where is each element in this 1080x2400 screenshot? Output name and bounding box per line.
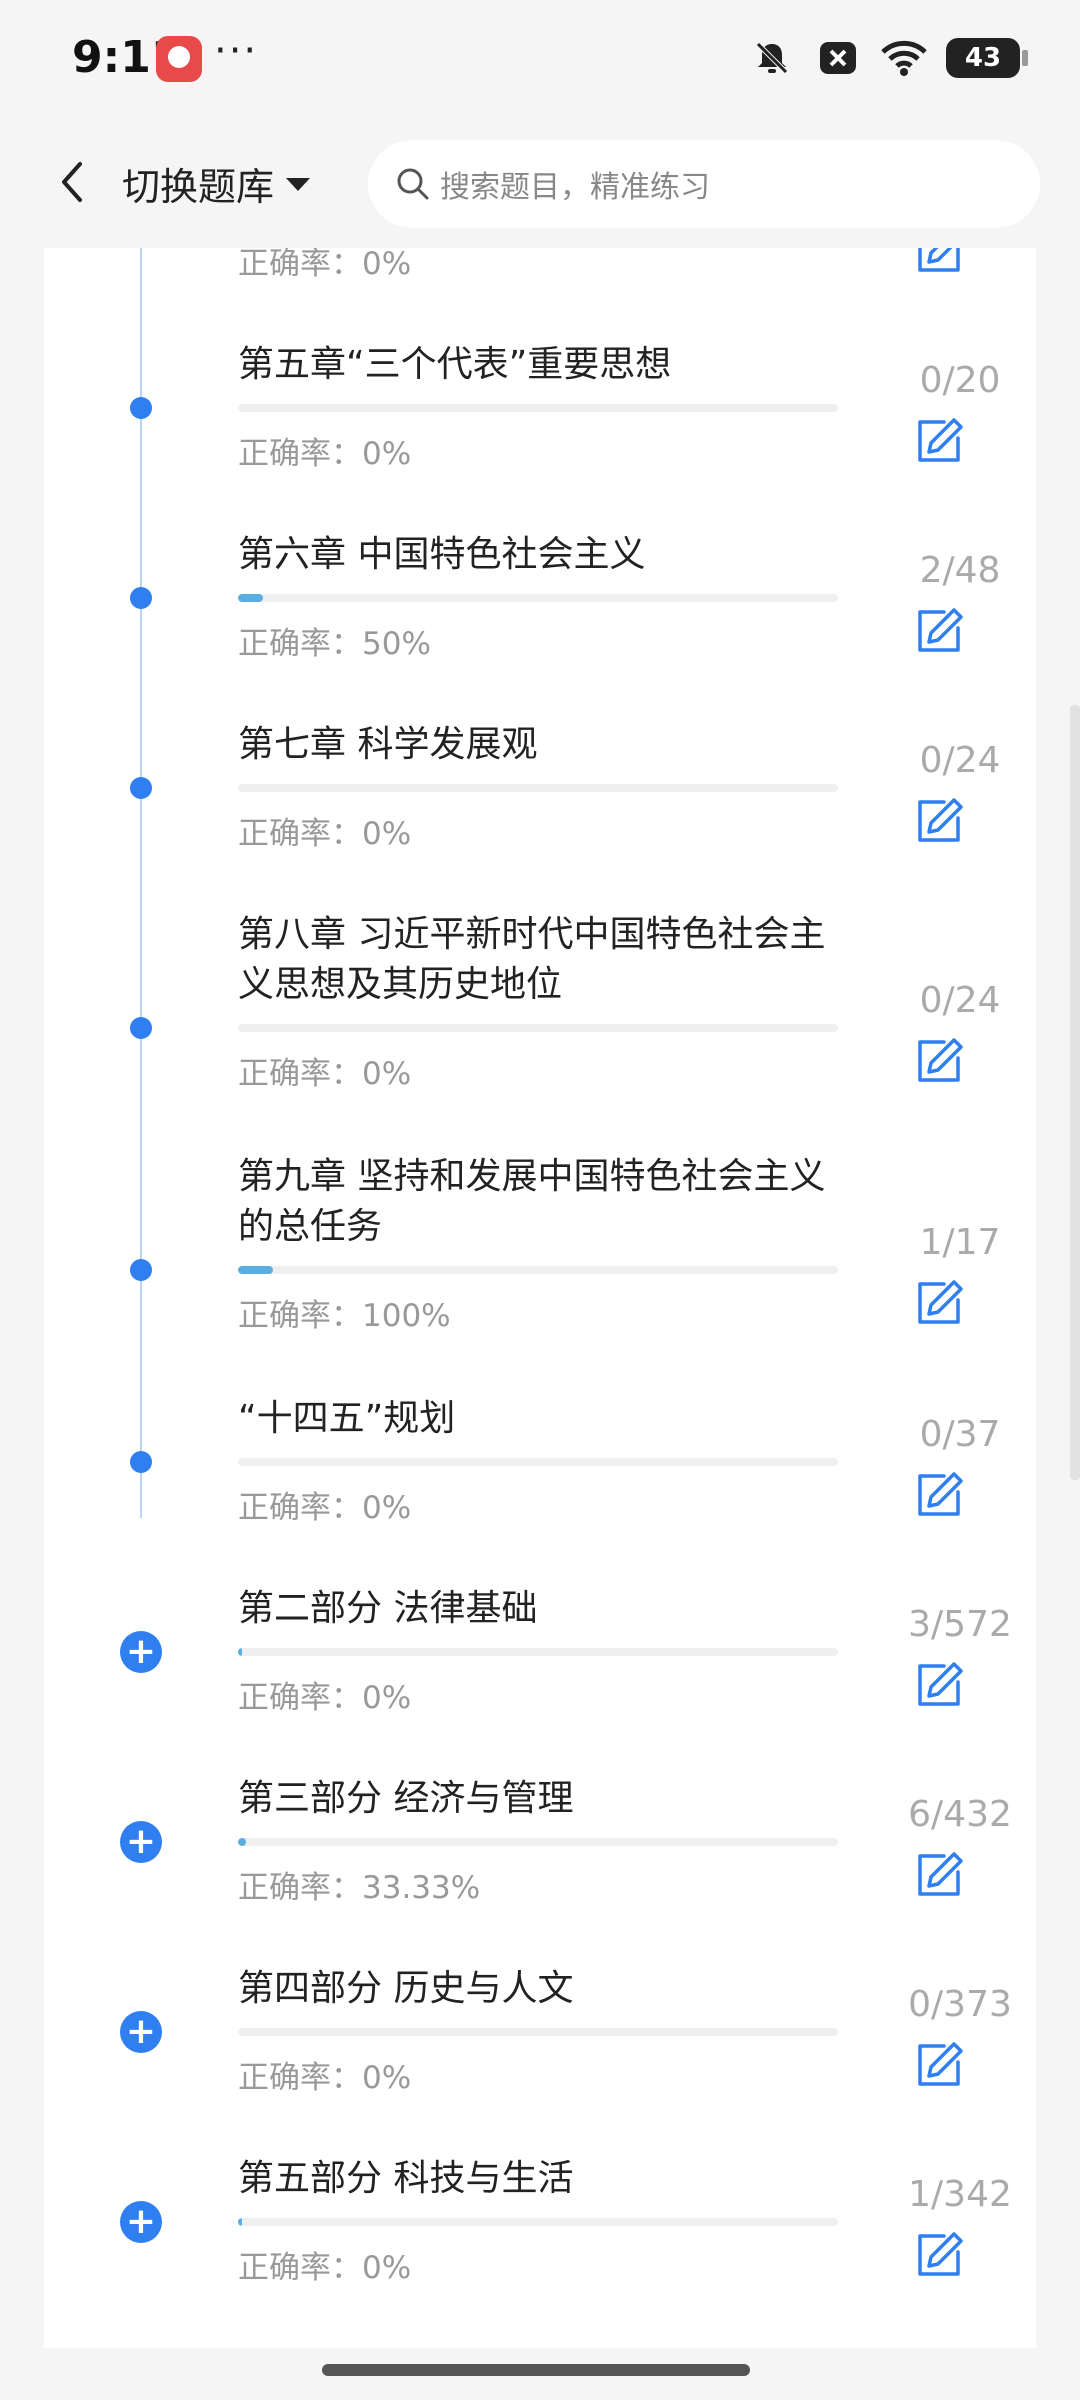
chapter-row[interactable]: 第七章 科学发展观正确率：0% 0/24 xyxy=(44,710,1036,856)
chapter-progress-bar xyxy=(238,1266,838,1274)
chapter-accuracy: 正确率：0% xyxy=(238,2060,412,2096)
close-badge-icon xyxy=(814,34,862,82)
chapter-accuracy: 正确率：0% xyxy=(238,248,412,282)
timeline-dot xyxy=(130,1259,152,1281)
chapter-progress-bar xyxy=(238,2028,838,2036)
chapter-accuracy: 正确率：0% xyxy=(238,436,412,472)
practice-edit-icon[interactable] xyxy=(914,416,964,466)
timeline-dot xyxy=(130,587,152,609)
timeline-dot xyxy=(130,1017,152,1039)
chapter-row[interactable]: 第九章 坚持和发展中国特色社会主义的总任务正确率：100% 1/17 xyxy=(44,1142,1036,1338)
expand-plus-icon[interactable]: + xyxy=(120,2011,162,2053)
chapter-accuracy: 正确率：33.33% xyxy=(238,1870,481,1906)
chapter-question-count: 0/24 xyxy=(919,980,1001,1021)
expand-plus-icon[interactable]: + xyxy=(120,1821,162,1863)
practice-edit-icon[interactable] xyxy=(914,1850,964,1900)
chapter-title: 第五章“三个代表”重要思想 xyxy=(238,344,672,385)
chapter-progress-bar xyxy=(238,1024,838,1032)
chapter-question-count: 0/20 xyxy=(919,360,1001,401)
chapter-progress-bar xyxy=(238,784,838,792)
chapter-row[interactable]: 第八章 习近平新时代中国特色社会主义思想及其历史地位正确率：0% 0/24 xyxy=(44,900,1036,1096)
chapter-accuracy: 正确率：0% xyxy=(238,1680,412,1716)
wifi-icon xyxy=(880,34,928,82)
expand-plus-icon[interactable]: + xyxy=(120,1631,162,1673)
chapter-question-count: 0/37 xyxy=(919,1414,1001,1455)
back-button[interactable] xyxy=(40,150,104,214)
practice-edit-icon[interactable] xyxy=(914,2230,964,2280)
chapter-question-count: 0/24 xyxy=(919,740,1001,781)
chapter-progress-fill xyxy=(238,1838,247,1846)
chapter-progress-fill xyxy=(238,1266,274,1274)
chapter-progress-bar xyxy=(238,404,838,412)
chapter-progress-bar xyxy=(238,1838,838,1846)
chapter-progress-fill xyxy=(238,1648,242,1656)
chapter-title: “十四五”规划 xyxy=(238,1398,456,1439)
caret-down-icon xyxy=(286,177,311,191)
chapter-row[interactable]: + 第五部分 科技与生活正确率：0% 1/342 xyxy=(44,2144,1036,2290)
app-notification-icon xyxy=(156,36,202,82)
chapter-progress-fill xyxy=(238,594,264,602)
chapter-title: 第八章 习近平新时代中国特色社会主义思想及其历史地位 xyxy=(238,914,826,1005)
chapter-title: 第七章 科学发展观 xyxy=(238,724,538,765)
chapter-progress-bar xyxy=(238,1648,838,1656)
chapter-accuracy: 正确率：0% xyxy=(238,1056,412,1092)
more-notifications-indicator: ··· xyxy=(214,28,259,74)
status-bar: 9:11 ··· 43 xyxy=(0,0,1080,120)
timeline-dot xyxy=(130,1451,152,1473)
chapter-question-count: 6/432 xyxy=(908,1794,1012,1835)
chapter-question-count: 1/342 xyxy=(908,2174,1012,2215)
chapter-accuracy: 正确率：0% xyxy=(238,1490,412,1526)
chapter-progress-bar xyxy=(238,594,838,602)
battery-icon: 43 xyxy=(946,38,1028,78)
chapter-progress-bar xyxy=(238,1458,838,1466)
chapter-accuracy: 正确率：0% xyxy=(238,2250,412,2286)
timeline-dot xyxy=(130,777,152,799)
practice-edit-icon[interactable] xyxy=(914,796,964,846)
chapter-accuracy: 正确率：0% xyxy=(238,816,412,852)
chapter-row[interactable]: + 第四部分 历史与人文正确率：0% 0/373 xyxy=(44,1954,1036,2100)
timeline-dot xyxy=(130,397,152,419)
switch-question-bank-button[interactable]: 切换题库 xyxy=(122,156,312,211)
chapter-title: 第六章 中国特色社会主义 xyxy=(238,534,646,575)
chapter-accuracy: 正确率：50% xyxy=(238,626,431,662)
status-icons: 43 xyxy=(748,34,1028,82)
practice-edit-icon[interactable] xyxy=(914,1278,964,1328)
chapter-row[interactable]: 第五章“三个代表”重要思想正确率：0% 0/20 xyxy=(44,330,1036,476)
chapter-progress-bar xyxy=(238,2218,838,2226)
practice-edit-icon[interactable] xyxy=(914,606,964,656)
practice-edit-icon[interactable] xyxy=(914,2040,964,2090)
expand-plus-icon[interactable]: + xyxy=(120,2201,162,2243)
practice-edit-icon[interactable] xyxy=(914,1470,964,1520)
chapter-progress-fill xyxy=(238,2218,242,2226)
chapter-question-count: 2/48 xyxy=(919,550,1001,591)
question-bank-page: 9:11 ··· 43 切换题库 搜索题目，精准练习 正确率：0% 第五章“三个… xyxy=(0,0,1080,2400)
practice-edit-icon[interactable] xyxy=(914,1036,964,1086)
chapter-title: 第二部分 法律基础 xyxy=(238,1588,538,1629)
bell-muted-icon xyxy=(748,34,796,82)
chapter-title: 第五部分 科技与生活 xyxy=(238,2158,574,2199)
search-input[interactable]: 搜索题目，精准练习 xyxy=(368,140,1040,228)
chapter-question-count: 1/17 xyxy=(919,1222,1001,1263)
chapter-row[interactable]: + 第三部分 经济与管理正确率：33.33% 6/432 xyxy=(44,1764,1036,1910)
chapter-question-count: 3/572 xyxy=(908,1604,1012,1645)
scrollbar[interactable] xyxy=(1070,705,1080,1480)
top-header: 切换题库 搜索题目，精准练习 xyxy=(0,120,1080,248)
chapter-title: 第九章 坚持和发展中国特色社会主义的总任务 xyxy=(238,1156,826,1247)
chapter-question-count: 0/373 xyxy=(908,1984,1012,2025)
search-placeholder: 搜索题目，精准练习 xyxy=(440,170,710,205)
chapter-row[interactable]: 正确率：0%0/22 xyxy=(44,248,1036,286)
chevron-left-icon xyxy=(62,162,82,202)
practice-edit-icon[interactable] xyxy=(914,248,964,276)
chapter-list: 正确率：0%0/22第五章“三个代表”重要思想正确率：0%0/20第六章 中国特… xyxy=(44,248,1036,2348)
home-indicator[interactable] xyxy=(322,2364,750,2376)
chapter-title: 第三部分 经济与管理 xyxy=(238,1778,574,1819)
chapter-row[interactable]: “十四五”规划正确率：0% 0/37 xyxy=(44,1384,1036,1530)
switch-question-bank-label: 切换题库 xyxy=(122,165,275,209)
practice-edit-icon[interactable] xyxy=(914,1660,964,1710)
search-icon xyxy=(397,168,429,200)
chapter-accuracy: 正确率：100% xyxy=(238,1298,451,1334)
chapter-row[interactable]: + 第二部分 法律基础正确率：0% 3/572 xyxy=(44,1574,1036,1720)
chapter-title: 第四部分 历史与人文 xyxy=(238,1968,574,2009)
chapter-row[interactable]: 第六章 中国特色社会主义正确率：50% 2/48 xyxy=(44,520,1036,666)
